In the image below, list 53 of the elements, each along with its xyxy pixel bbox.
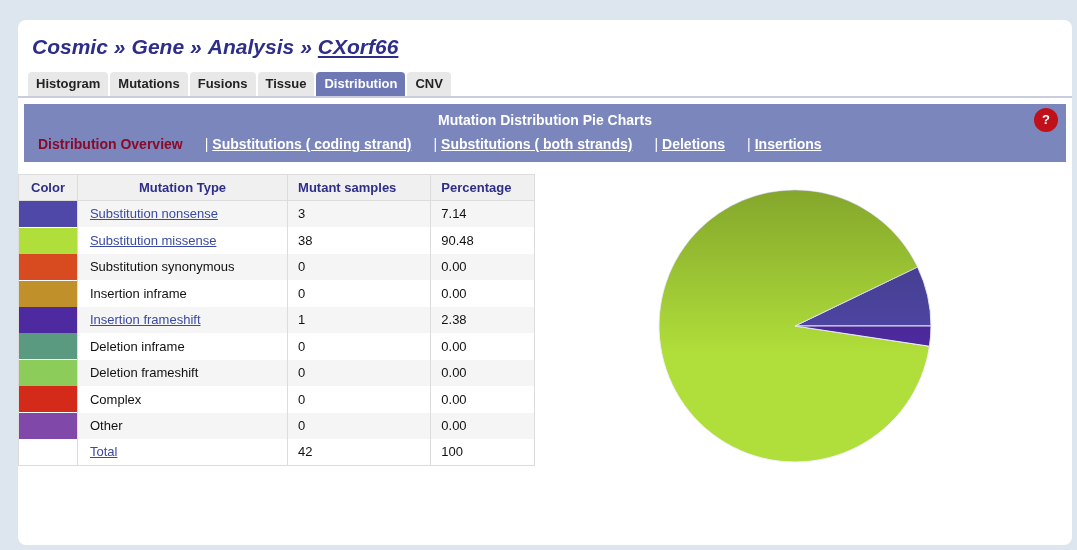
section-link[interactable]: Insertions [754, 134, 822, 155]
link-separator: | [433, 135, 438, 154]
table-cell: 0 [287, 386, 431, 413]
table-cell: 0.00 [430, 412, 535, 439]
breadcrumb-item: Analysis [207, 34, 295, 61]
mutation-type: Deletion inframe [89, 338, 185, 354]
mutation-type: Other [89, 418, 123, 433]
section-link[interactable]: Substitutions ( both strands) [441, 134, 633, 155]
link-separator: | [654, 135, 659, 154]
mutation-type-link[interactable]: Total [89, 444, 118, 460]
breadcrumb-link[interactable]: CXorf66 [317, 31, 399, 63]
breadcrumb-item: Cosmic [32, 34, 108, 61]
table-cell: 0.00 [430, 253, 535, 281]
mutation-type: Deletion frameshift [89, 365, 199, 381]
tab[interactable]: Mutations [110, 72, 188, 96]
table-cell: 0 [287, 333, 431, 360]
breadcrumb-separator: » [113, 34, 126, 61]
help-icon[interactable]: ? [1034, 108, 1058, 132]
table-cell: 90.48 [430, 227, 535, 254]
mutation-type-link[interactable]: Insertion frameshift [89, 312, 201, 328]
table-cell: 42 [287, 438, 431, 466]
tab[interactable]: Tissue [257, 72, 315, 96]
table-cell: 100 [430, 438, 535, 466]
table-cell: 7.14 [430, 200, 535, 228]
breadcrumb-separator: » [190, 34, 202, 61]
mutation-type-link[interactable]: Substitution missense [89, 232, 217, 248]
mutation-type-link[interactable]: Substitution nonsense [89, 206, 218, 222]
table-cell: 0.00 [430, 359, 535, 387]
mutation-type: Insertion inframe [89, 285, 187, 301]
mutation-type: Complex [89, 391, 142, 407]
table-cell: 0 [287, 280, 431, 307]
column-header: Color [18, 174, 78, 201]
link-separator: | [204, 135, 209, 154]
column-header: Percentage [430, 174, 535, 201]
link-separator: | [747, 135, 751, 154]
panel-title: Mutation Distribution Pie Charts [438, 111, 652, 130]
column-header: Mutation Type [77, 174, 288, 201]
tab[interactable]: Fusions [189, 72, 256, 96]
table-cell: 0.00 [430, 280, 535, 307]
table-cell: 38 [287, 227, 431, 254]
section-link[interactable]: Substitutions ( coding strand) [212, 134, 412, 155]
mutation-type: Substitution synonymous [89, 259, 235, 275]
section-link[interactable]: Deletions [662, 134, 726, 155]
table-cell: 0 [287, 412, 431, 439]
tab[interactable]: Distribution [316, 72, 406, 96]
tab[interactable]: Histogram [28, 72, 109, 96]
table-cell: 0.00 [430, 386, 535, 413]
breadcrumb-separator: » [300, 34, 312, 61]
table-cell: 0.00 [430, 333, 535, 360]
table-cell: 2.38 [430, 306, 535, 334]
tab[interactable]: CNV [407, 72, 451, 96]
column-header: Mutant samples [287, 174, 431, 201]
breadcrumb-item: Gene [131, 34, 185, 61]
